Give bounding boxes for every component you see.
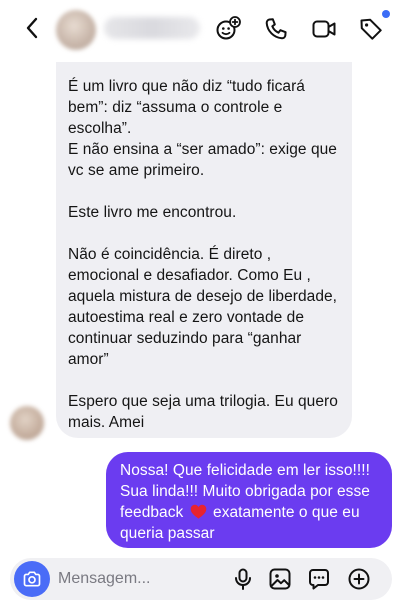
video-icon xyxy=(312,20,336,38)
microphone-icon xyxy=(235,568,251,590)
tag-icon xyxy=(360,18,382,40)
camera-button[interactable] xyxy=(14,561,50,597)
chat-header xyxy=(0,0,400,56)
avatar-sticker-icon xyxy=(216,16,241,40)
sticker-button[interactable] xyxy=(306,566,332,592)
voice-message-button[interactable] xyxy=(230,566,256,592)
tag-button[interactable] xyxy=(356,14,386,44)
avatar-sticker-button[interactable] xyxy=(213,14,243,44)
sent-message-bubble[interactable]: Nossa! Que felicidade em ler isso!!!! Su… xyxy=(106,452,392,548)
contact-avatar[interactable] xyxy=(56,10,96,50)
gallery-icon xyxy=(269,568,291,590)
message-composer xyxy=(10,558,392,600)
add-icon xyxy=(348,568,370,590)
message-input[interactable] xyxy=(58,564,228,594)
message-paragraph: Não é coincidência. É direto , emocional… xyxy=(68,246,338,368)
audio-call-button[interactable] xyxy=(261,14,291,44)
heart-emoji-icon xyxy=(190,504,206,519)
add-button[interactable] xyxy=(346,566,372,592)
message-paragraph: Espero que seja uma trilogia. Eu quero m… xyxy=(68,393,338,431)
video-call-button[interactable] xyxy=(309,14,339,44)
message-paragraph: É um livro que não diz “tudo ficará bem”… xyxy=(68,78,305,137)
back-icon xyxy=(26,17,38,39)
sender-avatar[interactable] xyxy=(10,406,44,440)
message-paragraph: E não ensina a “ser amado”: exige que vc… xyxy=(68,141,337,179)
notification-dot xyxy=(382,10,390,18)
gallery-button[interactable] xyxy=(267,566,293,592)
camera-icon xyxy=(23,571,41,587)
sticker-icon xyxy=(309,569,329,590)
sent-message-text: Nossa! Que felicidade em ler isso!!!! Su… xyxy=(120,460,380,544)
back-button[interactable] xyxy=(18,14,46,42)
phone-icon xyxy=(265,18,287,40)
contact-name-blurred[interactable] xyxy=(104,17,200,39)
received-message-bubble[interactable]: É um livro que não diz “tudo ficará bem”… xyxy=(56,62,352,438)
message-paragraph: Este livro me encontrou. xyxy=(68,204,237,221)
